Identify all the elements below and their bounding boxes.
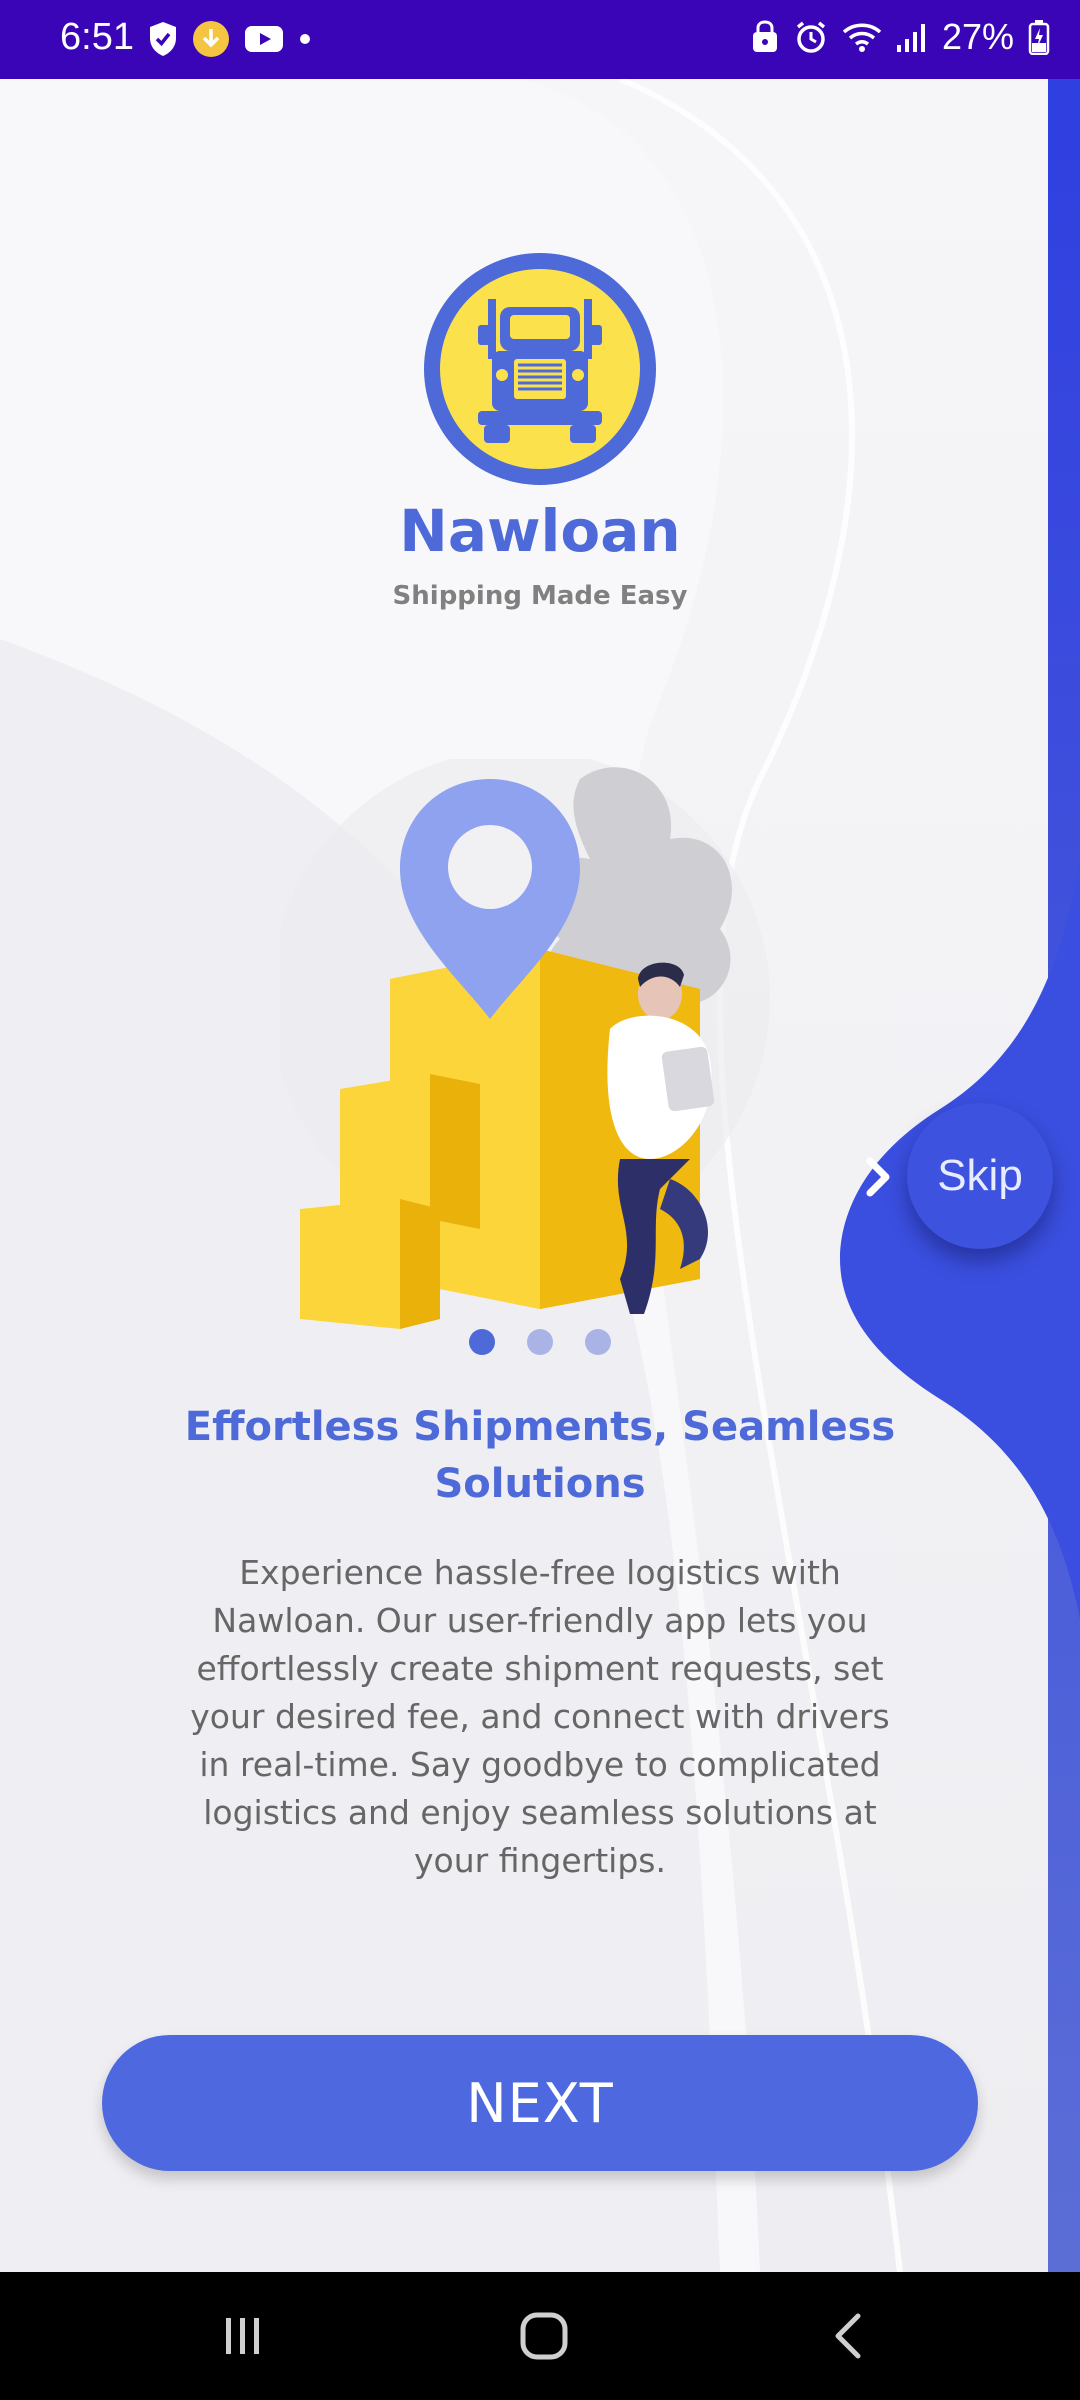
home-icon: [520, 2312, 568, 2360]
chevron-right-icon[interactable]: [862, 1155, 896, 1199]
home-button[interactable]: [474, 2272, 614, 2400]
battery-percent: 27%: [941, 16, 1014, 57]
recent-apps-icon: [226, 2318, 259, 2354]
status-system-icons: 27%: [750, 16, 1050, 58]
wifi-icon: [842, 23, 882, 52]
next-label: NEXT: [466, 2071, 614, 2135]
status-notification-icons: [148, 20, 312, 58]
system-nav-bar: [0, 2272, 1080, 2400]
truck-icon: [424, 253, 656, 485]
boxes-location-pin-person-illustration: [280, 759, 770, 1329]
lock-save-icon: [752, 20, 777, 52]
brand-tagline: Shipping Made Easy: [392, 581, 688, 611]
onboarding-description: Experience hassle-free logistics with Na…: [190, 1553, 890, 1880]
alarm-icon: [796, 21, 826, 53]
brand-name: Nawloan: [399, 497, 681, 565]
page-dot-1[interactable]: [469, 1329, 495, 1355]
skip-button[interactable]: Skip: [907, 1103, 1053, 1249]
page-dot-2[interactable]: [527, 1329, 553, 1355]
page-indicator: [0, 1329, 1080, 1355]
shield-check-icon: [150, 22, 176, 56]
recent-apps-button[interactable]: [172, 2272, 312, 2400]
status-time: 6:51: [60, 16, 134, 58]
youtube-icon: [245, 26, 283, 52]
download-badge-icon: [193, 21, 229, 57]
battery-charging-icon: [1028, 20, 1050, 55]
next-button[interactable]: NEXT: [102, 2035, 978, 2171]
page-dot-3[interactable]: [585, 1329, 611, 1355]
signal-icon: [896, 24, 925, 52]
dot-icon: [300, 34, 310, 44]
skip-label: Skip: [937, 1151, 1023, 1200]
back-button[interactable]: [778, 2272, 918, 2400]
onboarding-screen: Nawloan Shipping Made Easy Skip Effortle…: [0, 79, 1080, 2272]
back-icon: [835, 2313, 861, 2359]
onboarding-headline: Effortless Shipments, Seamless Solutions: [184, 1404, 896, 1507]
status-bar: 6:51 27%: [0, 0, 1080, 79]
